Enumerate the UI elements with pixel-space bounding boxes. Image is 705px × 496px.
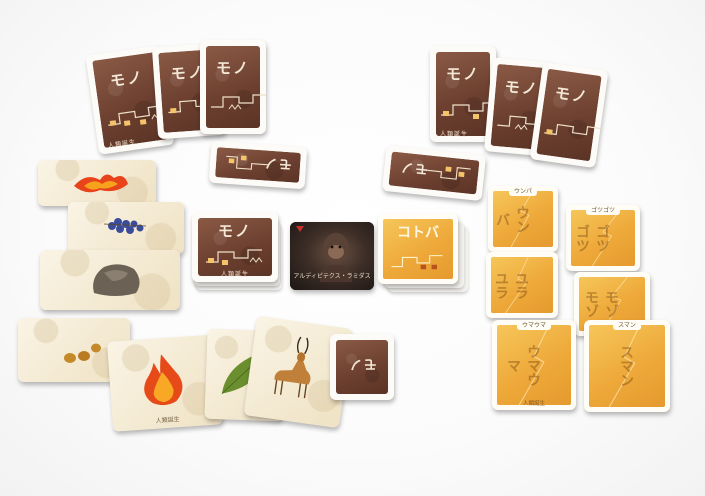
object-card[interactable] bbox=[38, 160, 156, 206]
brown-card[interactable]: モノ bbox=[381, 144, 487, 202]
ape-card[interactable]: アルディピテクス・ラミダス bbox=[290, 222, 374, 290]
nuts-icon bbox=[64, 343, 101, 363]
circuit-icon bbox=[391, 255, 443, 270]
rock-icon bbox=[93, 264, 140, 296]
object-card[interactable] bbox=[40, 250, 180, 310]
brown-card[interactable]: モノ bbox=[529, 61, 609, 169]
card-footer: 人類誕生 bbox=[522, 401, 545, 407]
game-table: モノ 人類誕生 モノ モノ モノ モノ 人類誕生 モノ モノ モノ ウンパ ウン… bbox=[0, 0, 705, 496]
berries-icon bbox=[103, 218, 147, 234]
card-tab: ウンパ bbox=[508, 186, 538, 196]
card-tab: ゴツゴツ bbox=[585, 205, 621, 215]
kotoba-deck[interactable]: コトバ bbox=[378, 214, 458, 284]
card-title: モノ bbox=[347, 356, 378, 371]
gold-card[interactable]: ゴツゴツ ゴツゴツ bbox=[566, 205, 640, 271]
antelope-icon bbox=[274, 336, 311, 399]
ape-label: アルディピテクス・ラミダス bbox=[293, 273, 371, 280]
card-katakana: ウンバ bbox=[494, 205, 530, 233]
gold-card[interactable]: スマン スマン bbox=[584, 320, 670, 412]
card-katakana: モゾモゾ bbox=[583, 290, 619, 318]
mono-deck[interactable]: モノ 人類誕生 bbox=[192, 212, 278, 282]
card-title: モノ bbox=[445, 65, 480, 84]
card-katakana: ユラユラ bbox=[493, 271, 529, 299]
brown-card[interactable]: モノ bbox=[200, 40, 266, 134]
deck-title: コトバ bbox=[397, 225, 439, 241]
brown-card[interactable]: モノ bbox=[330, 334, 394, 400]
card-katakana: スマン bbox=[618, 345, 634, 387]
object-card[interactable] bbox=[68, 202, 184, 254]
circuit-icon bbox=[206, 249, 263, 265]
card-tab: スマン bbox=[613, 320, 641, 330]
card-katakana: ウマウマ bbox=[505, 344, 541, 386]
bonfire-icon bbox=[144, 354, 183, 406]
brown-card[interactable]: モノ bbox=[208, 140, 308, 190]
card-title: モノ bbox=[215, 58, 250, 77]
fire-icon bbox=[74, 174, 128, 193]
deck-footer: 人類誕生 bbox=[220, 271, 249, 278]
card-tab: ウマウマ bbox=[516, 320, 552, 330]
circuit-icon bbox=[211, 94, 266, 111]
circuit-icon bbox=[226, 155, 269, 170]
gold-card[interactable]: ユラユラ bbox=[486, 252, 558, 318]
gold-card[interactable]: ウマウマ ウマウマ 人類誕生 bbox=[492, 320, 576, 410]
card-katakana: ゴツゴツ bbox=[574, 224, 610, 252]
gold-card[interactable]: ウンパ ウンバ bbox=[488, 186, 558, 252]
deck-title: モノ bbox=[217, 222, 252, 240]
